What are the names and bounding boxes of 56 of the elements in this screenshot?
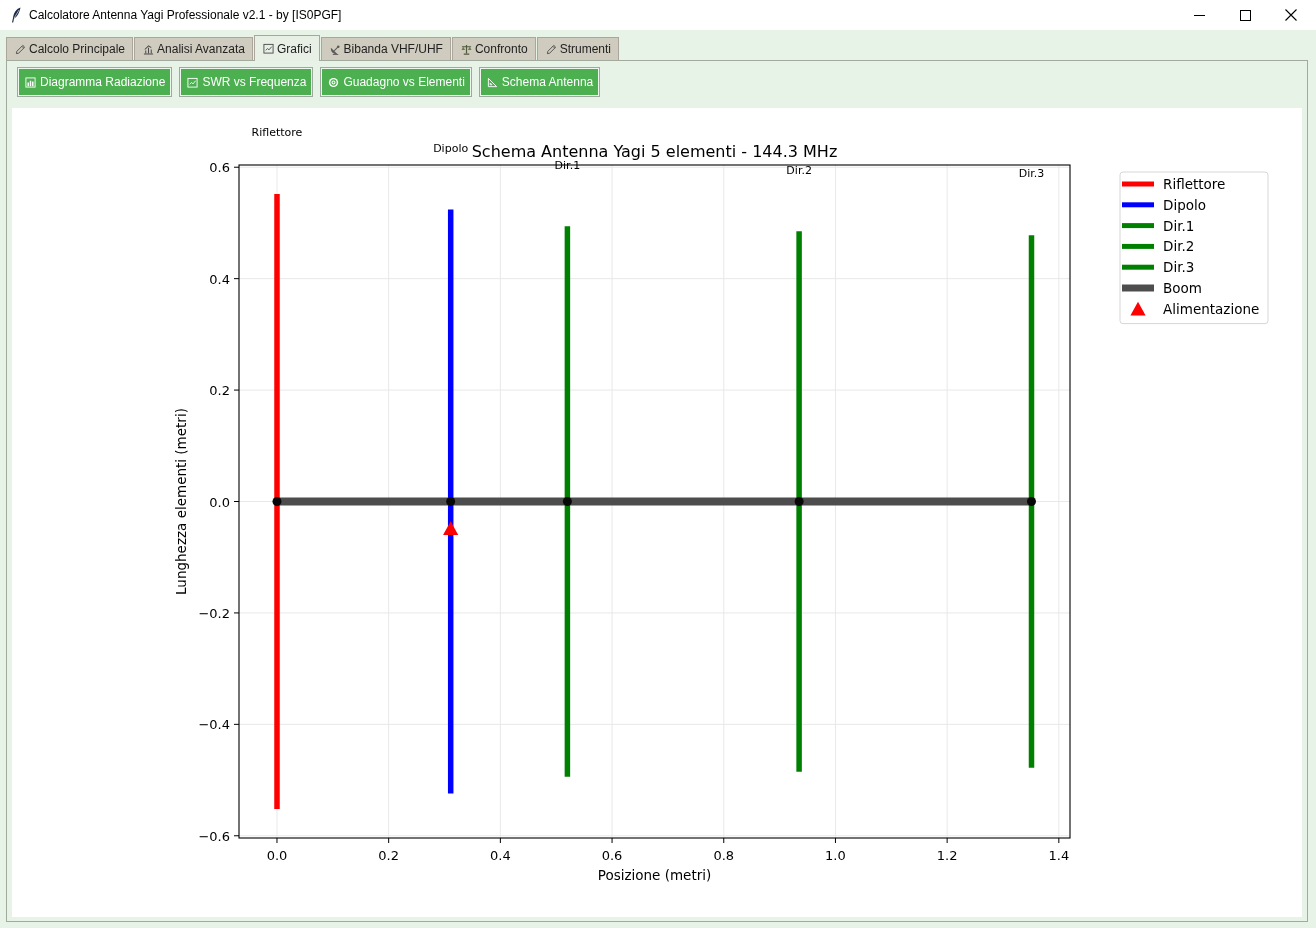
y-tick-label: −0.6 [198, 828, 230, 844]
y-tick-label: −0.4 [198, 717, 230, 733]
x-axis-label: Posizione (metri) [597, 867, 712, 883]
element-label: Dir.2 [786, 163, 812, 177]
element-label: Dipolo [433, 141, 469, 155]
feather-icon [11, 7, 21, 23]
target-icon [328, 76, 340, 88]
element-label: Dir.1 [554, 158, 581, 172]
legend-label: Boom [1163, 280, 1202, 296]
legend-label: Dir.2 [1163, 238, 1195, 255]
maximize-icon [1239, 9, 1251, 21]
x-tick-label: 0.0 [266, 848, 288, 863]
tab[interactable]: Confronto [451, 37, 536, 60]
tab[interactable]: Strumenti [536, 37, 619, 60]
chart-title: Schema Antenna Yagi 5 elementi - 144.3 MHz [471, 142, 838, 161]
bar-chart-icon [25, 76, 36, 88]
joint-dot [794, 497, 804, 506]
line-chart-icon [262, 43, 274, 54]
joint-dot [446, 497, 456, 506]
bar-chart-icon [143, 43, 155, 55]
joint-dot [562, 497, 572, 506]
minimize-icon [1193, 14, 1205, 16]
y-tick-label: −0.2 [198, 605, 230, 621]
x-tick-label: 1.0 [825, 848, 846, 863]
scale-icon [460, 43, 472, 55]
element-label: Dir.3 [1018, 167, 1045, 181]
x-tick-label: 1.2 [936, 848, 958, 863]
y-axis-label: Lunghezza elementi (metri) [173, 408, 189, 595]
x-tick-label: 0.2 [378, 848, 399, 863]
triangle-ruler-icon [486, 76, 498, 88]
close-icon [1285, 9, 1297, 21]
y-tick-label: 0.4 [209, 271, 230, 287]
satellite-dish-icon [329, 43, 341, 55]
line-chart-icon [187, 76, 199, 88]
joint-dot [1026, 497, 1036, 506]
element-label: Riflettore [251, 126, 303, 140]
x-tick-label: 0.8 [713, 848, 735, 863]
legend-label: Alimentazione [1163, 300, 1260, 317]
legend-label: Dir.3 [1163, 259, 1195, 276]
legend-label: Riflettore [1163, 176, 1226, 192]
legend-label: Dir.1 [1163, 217, 1195, 234]
y-tick-label: 0.0 [209, 494, 230, 510]
tab[interactable]: Calcolo Principale [6, 37, 134, 60]
x-tick-label: 0.4 [490, 848, 511, 863]
tab[interactable]: Bibanda VHF/UHF [320, 37, 451, 60]
x-tick-label: 1.4 [1048, 848, 1070, 863]
joint-dot [272, 497, 282, 506]
pencil-icon [15, 43, 26, 55]
y-tick-label: 0.6 [209, 160, 230, 176]
tab[interactable]: Analisi Avanzata [134, 37, 253, 60]
tab[interactable]: Grafici [253, 35, 320, 61]
x-tick-label: 0.6 [601, 848, 623, 863]
y-tick-label: 0.2 [209, 383, 230, 399]
legend-label: Dipolo [1163, 196, 1206, 213]
window-title: Calcolatore Antenna Yagi Professionale v2.1 - by [IS0PGF] [29, 8, 342, 22]
pencil-icon [545, 43, 557, 55]
